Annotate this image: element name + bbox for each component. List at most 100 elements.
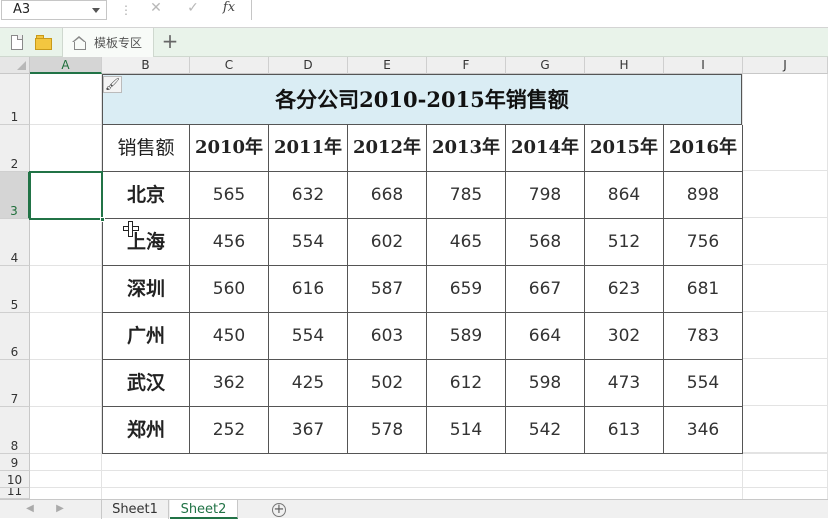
column-header-e[interactable]: E (348, 57, 427, 74)
chevron-down-icon[interactable] (92, 8, 100, 13)
column-header-j[interactable]: J (743, 57, 828, 74)
sales-value-cell[interactable]: 632 (269, 172, 348, 219)
row-header-9[interactable]: 9 (0, 454, 30, 471)
table-title-cell[interactable]: 各分公司2010-2015年销售额 (102, 74, 742, 125)
sales-value-cell[interactable]: 560 (190, 266, 269, 313)
sales-value-cell[interactable]: 681 (664, 266, 743, 313)
column-header-i[interactable]: I (664, 57, 743, 74)
insert-function-icon[interactable]: fx (217, 0, 241, 18)
sales-value-cell[interactable]: 450 (190, 313, 269, 360)
sales-value-cell[interactable]: 473 (585, 360, 664, 407)
column-header-b[interactable]: B (102, 57, 190, 74)
row-header-3[interactable]: 3 (0, 172, 30, 219)
sheet-tab-sheet2[interactable]: Sheet2 (170, 500, 238, 519)
sales-value-cell[interactable]: 616 (269, 266, 348, 313)
column-header-h[interactable]: H (585, 57, 664, 74)
year-header-cell[interactable]: 2013年 (427, 125, 506, 172)
year-header-cell[interactable]: 2010年 (190, 125, 269, 172)
year-header-cell[interactable]: 2014年 (506, 125, 585, 172)
sales-value-cell[interactable]: 667 (506, 266, 585, 313)
year-header-cell[interactable]: 2015年 (585, 125, 664, 172)
sales-value-cell[interactable]: 554 (269, 219, 348, 266)
row-header-8[interactable]: 8 (0, 407, 30, 454)
sales-value-cell[interactable]: 565 (190, 172, 269, 219)
tab-template-zone[interactable]: 模板专区 (62, 28, 154, 57)
header-label-cell[interactable]: 销售额 (102, 125, 190, 172)
sales-value-cell[interactable]: 456 (190, 219, 269, 266)
sales-value-cell[interactable]: 589 (427, 313, 506, 360)
column-header-d[interactable]: D (269, 57, 348, 74)
row-header-6[interactable]: 6 (0, 313, 30, 360)
column-header-c[interactable]: C (190, 57, 269, 74)
gridlines-column-j (743, 124, 828, 454)
city-cell[interactable]: 深圳 (102, 266, 190, 313)
column-header-a[interactable]: A (30, 57, 102, 74)
sales-value-cell[interactable]: 598 (506, 360, 585, 407)
sales-value-cell[interactable]: 578 (348, 407, 427, 454)
row-header-5[interactable]: 5 (0, 266, 30, 313)
scroll-right-icon[interactable]: ▶ (54, 503, 66, 515)
sales-value-cell[interactable]: 302 (585, 313, 664, 360)
sales-value-cell[interactable]: 514 (427, 407, 506, 454)
sheet-tab-sheet1[interactable]: Sheet1 (102, 500, 169, 519)
sales-value-cell[interactable]: 568 (506, 219, 585, 266)
format-painter-icon[interactable]: 🖌 (103, 76, 122, 93)
sales-value-cell[interactable]: 664 (506, 313, 585, 360)
cancel-icon[interactable]: ✕ (144, 0, 168, 18)
active-cell-selection[interactable] (29, 171, 103, 220)
year-header-cell[interactable]: 2011年 (269, 125, 348, 172)
fill-handle[interactable] (100, 217, 105, 222)
sales-value-cell[interactable]: 898 (664, 172, 743, 219)
year-header-cell[interactable]: 2016年 (664, 125, 743, 172)
column-header-f[interactable]: F (427, 57, 506, 74)
new-tab-button[interactable]: + (160, 31, 180, 53)
folder-icon[interactable] (35, 35, 52, 50)
sales-value-cell[interactable]: 367 (269, 407, 348, 454)
sales-value-cell[interactable]: 252 (190, 407, 269, 454)
sales-value-cell[interactable]: 659 (427, 266, 506, 313)
sales-value-cell[interactable]: 783 (664, 313, 743, 360)
sales-value-cell[interactable]: 756 (664, 219, 743, 266)
gridline (30, 265, 102, 266)
sales-value-cell[interactable]: 668 (348, 172, 427, 219)
new-document-icon[interactable] (9, 35, 25, 50)
row-header-4[interactable]: 4 (0, 219, 30, 266)
sales-value-cell[interactable]: 798 (506, 172, 585, 219)
sales-value-cell[interactable]: 603 (348, 313, 427, 360)
confirm-icon[interactable]: ✓ (181, 0, 205, 18)
city-cell[interactable]: 上海 (102, 219, 190, 266)
select-all-corner[interactable] (0, 57, 30, 74)
sales-value-cell[interactable]: 542 (506, 407, 585, 454)
column-header-g[interactable]: G (506, 57, 585, 74)
sales-value-cell[interactable]: 587 (348, 266, 427, 313)
city-cell[interactable]: 北京 (102, 172, 190, 219)
row-header-2[interactable]: 2 (0, 125, 30, 172)
scroll-left-icon[interactable]: ◀ (24, 503, 36, 515)
sales-value-cell[interactable]: 785 (427, 172, 506, 219)
sales-value-cell[interactable]: 554 (664, 360, 743, 407)
formula-input[interactable] (251, 0, 828, 20)
sales-value-cell[interactable]: 425 (269, 360, 348, 407)
city-cell[interactable]: 郑州 (102, 407, 190, 454)
sales-value-cell[interactable]: 346 (664, 407, 743, 454)
sales-value-cell[interactable]: 602 (348, 219, 427, 266)
sales-value-cell[interactable]: 512 (585, 219, 664, 266)
sales-value-cell[interactable]: 623 (585, 266, 664, 313)
sales-value-cell[interactable]: 362 (190, 360, 269, 407)
row-header-1[interactable]: 1 (0, 74, 30, 125)
more-options-icon[interactable]: ⋮ (120, 3, 132, 17)
city-cell[interactable]: 武汉 (102, 360, 190, 407)
sales-value-cell[interactable]: 465 (427, 219, 506, 266)
sales-value-cell[interactable]: 612 (427, 360, 506, 407)
row-header-7[interactable]: 7 (0, 360, 30, 407)
name-box[interactable]: A3 (1, 0, 107, 20)
add-sheet-button[interactable]: + (272, 503, 286, 517)
sales-value-cell[interactable]: 864 (585, 172, 664, 219)
sales-value-cell[interactable]: 554 (269, 313, 348, 360)
row-header-10[interactable]: 10 (0, 471, 30, 488)
sales-value-cell[interactable]: 502 (348, 360, 427, 407)
year-header-cell[interactable]: 2012年 (348, 125, 427, 172)
sales-value-cell[interactable]: 613 (585, 407, 664, 454)
city-cell[interactable]: 广州 (102, 313, 190, 360)
row-header-11[interactable]: 11 (0, 488, 30, 499)
